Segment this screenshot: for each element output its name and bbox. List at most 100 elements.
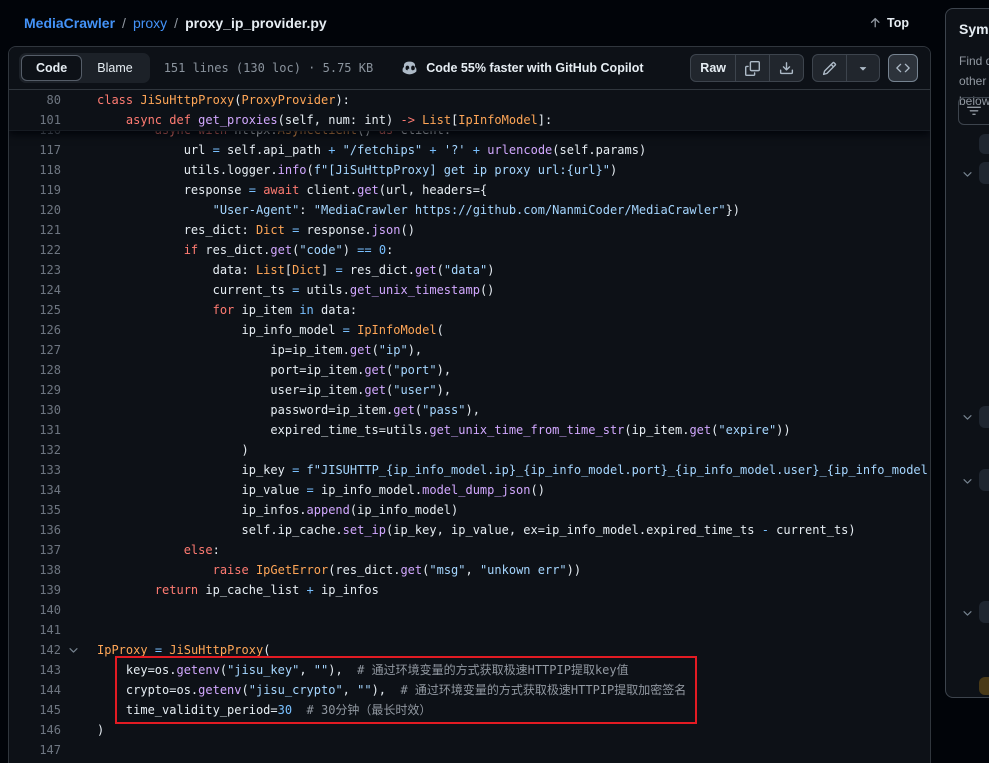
line-number-125[interactable]: 125: [9, 300, 61, 320]
symbol-item-pill[interactable]: [979, 469, 989, 491]
line-number-117[interactable]: 117: [9, 140, 61, 160]
code-text: IpProxy = JiSuHttpProxy(: [85, 640, 270, 660]
collapse-chevron-icon[interactable]: [61, 640, 85, 660]
line-number-137[interactable]: 137: [9, 540, 61, 560]
line-number-121[interactable]: 121: [9, 220, 61, 240]
arrow-up-icon: [868, 16, 882, 30]
line-number-145[interactable]: 145: [9, 700, 61, 720]
line-gutter: [61, 400, 85, 420]
line-gutter: [61, 720, 85, 740]
code-icon: [896, 61, 910, 75]
line-gutter: [61, 140, 85, 160]
line-number-140[interactable]: 140: [9, 600, 61, 620]
line-gutter: [61, 600, 85, 620]
symbol-item-pill-highlighted[interactable]: [979, 677, 989, 695]
line-gutter: [61, 440, 85, 460]
line-number-126[interactable]: 126: [9, 320, 61, 340]
code-line-117: 117 url = self.api_path + "/fetchips" + …: [9, 140, 930, 160]
triangle-down-icon: [856, 61, 870, 75]
copy-button[interactable]: [736, 55, 770, 81]
breadcrumb-file-name: proxy_ip_provider.py: [185, 15, 327, 31]
symbols-panel-toggle-button[interactable]: [888, 54, 918, 82]
code-line-122: 122 if res_dict.get("code") == 0:: [9, 240, 930, 260]
line-number-146[interactable]: 146: [9, 720, 61, 740]
line-gutter: [61, 90, 85, 110]
line-number-118[interactable]: 118: [9, 160, 61, 180]
line-gutter: [61, 300, 85, 320]
line-number-123[interactable]: 123: [9, 260, 61, 280]
line-number-133[interactable]: 133: [9, 460, 61, 480]
code-text: port=ip_item.get("port"),: [85, 360, 451, 380]
back-to-top-button[interactable]: Top: [868, 16, 909, 30]
code-text: async def get_proxies(self, num: int) ->…: [85, 110, 552, 130]
symbol-item-pill[interactable]: [979, 134, 989, 154]
breadcrumb-folder-link[interactable]: proxy: [133, 15, 167, 31]
line-number-120[interactable]: 120: [9, 200, 61, 220]
line-number-130[interactable]: 130: [9, 400, 61, 420]
line-gutter: [61, 220, 85, 240]
breadcrumb-repo-link[interactable]: MediaCrawler: [24, 15, 115, 31]
edit-button[interactable]: [813, 55, 847, 81]
code-line-136: 136 self.ip_cache.set_ip(ip_key, ip_valu…: [9, 520, 930, 540]
line-number-134[interactable]: 134: [9, 480, 61, 500]
copilot-icon: [401, 60, 418, 77]
line-number-136[interactable]: 136: [9, 520, 61, 540]
line-gutter: [61, 700, 85, 720]
chevron-down-icon[interactable]: [961, 607, 975, 621]
line-number-124[interactable]: 124: [9, 280, 61, 300]
line-number-138[interactable]: 138: [9, 560, 61, 580]
line-number-144[interactable]: 144: [9, 680, 61, 700]
symbol-item-pill[interactable]: [979, 601, 989, 623]
code-line-133: 133 ip_key = f"JISUHTTP_{ip_info_model.i…: [9, 460, 930, 480]
raw-button-group: Raw: [690, 54, 804, 82]
line-number-101[interactable]: 101: [9, 110, 61, 130]
line-number-132[interactable]: 132: [9, 440, 61, 460]
code-line-119: 119 response = await client.get(url, hea…: [9, 180, 930, 200]
line-number-141[interactable]: 141: [9, 620, 61, 640]
line-gutter: [61, 500, 85, 520]
line-gutter: [61, 240, 85, 260]
line-number-122[interactable]: 122: [9, 240, 61, 260]
chevron-down-icon[interactable]: [961, 411, 975, 425]
chevron-down-icon[interactable]: [961, 475, 975, 489]
file-view-container: Code Blame 151 lines (130 loc) · 5.75 KB…: [8, 46, 931, 763]
code-text: "User-Agent": "MediaCrawler https://gith…: [85, 200, 740, 220]
line-gutter: [61, 680, 85, 700]
copilot-banner[interactable]: Code 55% faster with GitHub Copilot: [401, 60, 643, 77]
tab-blame[interactable]: Blame: [82, 55, 147, 81]
line-number-131[interactable]: 131: [9, 420, 61, 440]
edit-button-group: [812, 54, 880, 82]
symbols-filter-button[interactable]: [958, 97, 989, 125]
line-number-142[interactable]: 142: [9, 640, 61, 660]
code-line-101: 101 async def get_proxies(self, num: int…: [9, 110, 930, 130]
symbol-item-pill[interactable]: [979, 406, 989, 428]
code-text: key=os.getenv("jisu_key", ""), # 通过环境变量的…: [85, 660, 629, 680]
line-number-128[interactable]: 128: [9, 360, 61, 380]
download-button[interactable]: [770, 55, 803, 81]
line-number-127[interactable]: 127: [9, 340, 61, 360]
line-number-139[interactable]: 139: [9, 580, 61, 600]
edit-dropdown-button[interactable]: [847, 55, 879, 81]
line-gutter: [61, 380, 85, 400]
code-text: [85, 740, 97, 760]
code-line-134: 134 ip_value = ip_info_model.model_dump_…: [9, 480, 930, 500]
line-gutter: [61, 340, 85, 360]
line-number-135[interactable]: 135: [9, 500, 61, 520]
copy-icon: [745, 61, 760, 76]
line-number-80[interactable]: 80: [9, 90, 61, 110]
line-number-119[interactable]: 119: [9, 180, 61, 200]
code-text: return ip_cache_list + ip_infos: [85, 580, 379, 600]
chevron-down-icon[interactable]: [961, 168, 975, 182]
raw-button[interactable]: Raw: [691, 55, 736, 81]
code-text: ): [85, 440, 249, 460]
symbol-item-pill[interactable]: [979, 162, 989, 184]
code-text: expired_time_ts=utils.get_unix_time_from…: [85, 420, 791, 440]
line-gutter: [61, 740, 85, 760]
line-gutter: [61, 580, 85, 600]
code-text: user=ip_item.get("user"),: [85, 380, 451, 400]
line-number-143[interactable]: 143: [9, 660, 61, 680]
line-number-147[interactable]: 147: [9, 740, 61, 760]
line-gutter: [61, 480, 85, 500]
line-number-129[interactable]: 129: [9, 380, 61, 400]
tab-code[interactable]: Code: [21, 55, 82, 81]
